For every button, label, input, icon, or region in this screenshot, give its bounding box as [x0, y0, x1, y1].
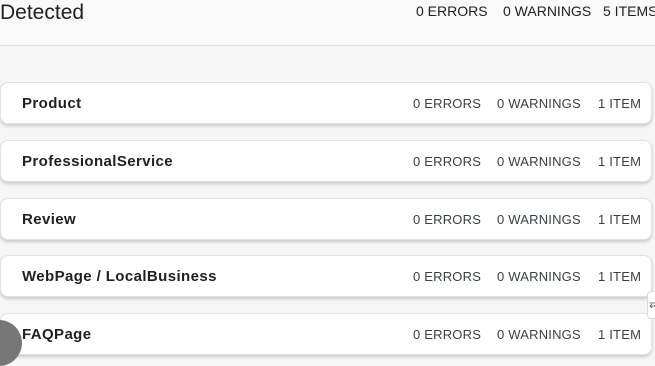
item-errors: 0 ERRORS — [413, 269, 482, 284]
item-errors: 0 ERRORS — [413, 212, 482, 227]
item-type-name: WebPage / LocalBusiness — [22, 268, 217, 285]
item-warnings: 0 WARNINGS — [497, 327, 581, 342]
item-warnings: 0 WARNINGS — [497, 212, 581, 227]
item-count: 1 ITEM — [598, 96, 642, 111]
item-row-professionalservice[interactable]: ProfessionalService 0 ERRORS 0 WARNINGS … — [0, 140, 652, 182]
item-row-webpage-localbusiness[interactable]: WebPage / LocalBusiness 0 ERRORS 0 WARNI… — [0, 255, 652, 297]
item-count: 1 ITEM — [598, 154, 642, 169]
item-count: 1 ITEM — [598, 212, 642, 227]
item-type-name: FAQPage — [22, 326, 92, 343]
item-count: 1 ITEM — [598, 327, 642, 342]
total-warnings: 0 WARNINGS — [503, 3, 592, 19]
side-panel-handle[interactable]: ⇄ — [647, 291, 655, 319]
item-count: 1 ITEM — [598, 269, 642, 284]
item-warnings: 0 WARNINGS — [497, 96, 581, 111]
total-errors: 0 ERRORS — [416, 3, 488, 19]
item-errors: 0 ERRORS — [413, 154, 482, 169]
item-row-review[interactable]: Review 0 ERRORS 0 WARNINGS 1 ITEM — [0, 198, 652, 240]
item-row-faqpage[interactable]: FAQPage 0 ERRORS 0 WARNINGS 1 ITEM — [0, 313, 652, 355]
detected-header: Detected 0 ERRORS 0 WARNINGS 5 ITEMS — [0, 0, 655, 46]
item-warnings: 0 WARNINGS — [497, 269, 581, 284]
expand-icon: ⇄ — [649, 298, 655, 311]
item-errors: 0 ERRORS — [413, 327, 482, 342]
item-type-name: ProfessionalService — [22, 153, 174, 170]
total-items: 5 ITEMS — [603, 3, 655, 19]
item-type-name: Product — [22, 95, 82, 112]
item-errors: 0 ERRORS — [413, 96, 482, 111]
item-warnings: 0 WARNINGS — [497, 154, 581, 169]
page-title: Detected — [0, 1, 85, 24]
item-row-product[interactable]: Product 0 ERRORS 0 WARNINGS 1 ITEM — [0, 82, 652, 124]
item-type-name: Review — [22, 211, 77, 228]
